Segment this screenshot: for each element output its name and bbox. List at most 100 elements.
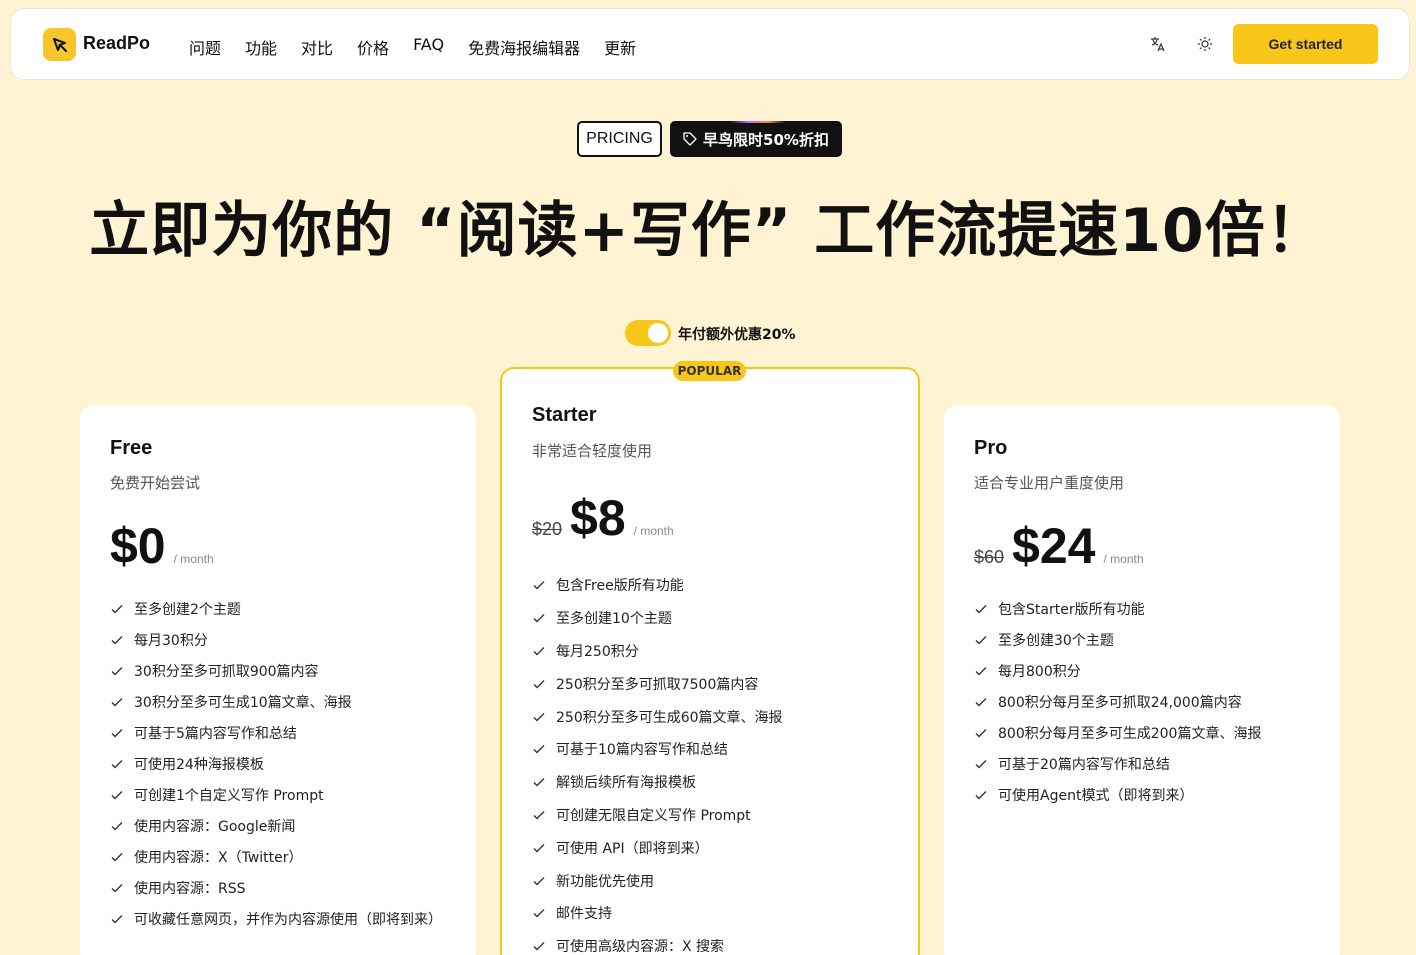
check-icon bbox=[532, 644, 546, 658]
list-item: 可基于5篇内容写作和总结 bbox=[110, 717, 442, 748]
plan-price: $0 bbox=[110, 518, 166, 574]
feature-list: 包含Free版所有功能 至多创建10个主题 每月250积分 250积分至多可抓取… bbox=[532, 569, 783, 955]
check-icon bbox=[110, 602, 124, 616]
price-row: $60 $24 / month bbox=[974, 517, 1144, 575]
check-icon bbox=[110, 850, 124, 864]
plan-price: $8 bbox=[570, 490, 626, 546]
popular-badge: POPULAR bbox=[673, 361, 746, 381]
feature-text: 使用内容源：Google新闻 bbox=[134, 818, 296, 835]
check-icon bbox=[532, 808, 546, 822]
check-icon bbox=[532, 677, 546, 691]
feature-text: 可使用 API（即将到来） bbox=[556, 840, 709, 857]
check-icon bbox=[110, 881, 124, 895]
plan-description: 免费开始尝试 bbox=[110, 474, 201, 492]
plan-card-free: Free 免费开始尝试 $0 / month 至多创建2个主题 每月30积分 3… bbox=[80, 405, 476, 955]
sun-icon[interactable] bbox=[1195, 34, 1215, 54]
feature-text: 30积分至多可生成10篇文章、海报 bbox=[134, 694, 352, 711]
plan-card-starter: Starter 非常适合轻度使用 $20 $8 / month 包含Free版所… bbox=[500, 367, 920, 955]
list-item: 可使用 API（即将到来） bbox=[532, 831, 783, 864]
plan-name: Pro bbox=[974, 437, 1008, 459]
nav-item-features[interactable]: 功能 bbox=[245, 35, 277, 59]
list-item: 可收藏任意网页，并作为内容源使用（即将到来） bbox=[110, 903, 442, 934]
nav-item-questions[interactable]: 问题 bbox=[189, 35, 221, 59]
feature-text: 可创建1个自定义写作 Prompt bbox=[134, 787, 324, 804]
tag-icon bbox=[683, 132, 697, 146]
top-nav: ReadPo 问题 功能 对比 价格 FAQ 免费海报编辑器 更新 Get st… bbox=[10, 8, 1410, 80]
list-item: 800积分每月至多可抓取24,000篇内容 bbox=[974, 686, 1261, 717]
check-icon bbox=[532, 775, 546, 789]
feature-text: 邮件支持 bbox=[556, 906, 612, 923]
list-item: 每月800积分 bbox=[974, 655, 1261, 686]
original-price: $60 bbox=[974, 547, 1005, 567]
feature-text: 可使用高级内容源：X 搜索 bbox=[556, 939, 725, 955]
feature-text: 包含Free版所有功能 bbox=[556, 578, 684, 595]
check-icon bbox=[532, 710, 546, 724]
list-item: 可基于20篇内容写作和总结 bbox=[974, 748, 1261, 779]
plan-description: 适合专业用户重度使用 bbox=[974, 474, 1125, 492]
feature-text: 可基于20篇内容写作和总结 bbox=[998, 756, 1170, 773]
feature-text: 可收藏任意网页，并作为内容源使用（即将到来） bbox=[134, 911, 442, 928]
check-icon bbox=[974, 602, 988, 616]
price-period: / month bbox=[1103, 552, 1144, 566]
check-icon bbox=[974, 664, 988, 678]
list-item: 每月250积分 bbox=[532, 635, 783, 668]
check-icon bbox=[532, 611, 546, 625]
readpo-logo-icon[interactable] bbox=[43, 28, 76, 61]
nav-item-updates[interactable]: 更新 bbox=[604, 35, 636, 59]
nav-item-pricing[interactable]: 价格 bbox=[357, 35, 389, 59]
check-icon bbox=[974, 633, 988, 647]
list-item: 250积分至多可抓取7500篇内容 bbox=[532, 667, 783, 700]
list-item: 包含Free版所有功能 bbox=[532, 569, 783, 602]
check-icon bbox=[110, 757, 124, 771]
feature-text: 可创建无限自定义写作 Prompt bbox=[556, 807, 751, 824]
translate-icon[interactable] bbox=[1148, 34, 1168, 54]
feature-text: 至多创建2个主题 bbox=[134, 601, 241, 618]
price-period: / month bbox=[633, 524, 674, 538]
feature-text: 新功能优先使用 bbox=[556, 873, 654, 890]
annual-billing-toggle[interactable] bbox=[625, 320, 671, 346]
list-item: 可使用Agent模式（即将到来） bbox=[974, 779, 1261, 810]
check-icon bbox=[974, 757, 988, 771]
list-item: 可使用24种海报模板 bbox=[110, 748, 442, 779]
feature-list: 至多创建2个主题 每月30积分 30积分至多可抓取900篇内容 30积分至多可生… bbox=[110, 593, 442, 934]
check-icon bbox=[532, 742, 546, 756]
list-item: 30积分至多可抓取900篇内容 bbox=[110, 655, 442, 686]
check-icon bbox=[532, 578, 546, 592]
pricing-badge: PRICING bbox=[577, 121, 662, 157]
list-item: 至多创建30个主题 bbox=[974, 624, 1261, 655]
check-icon bbox=[110, 726, 124, 740]
plan-price: $24 bbox=[1012, 518, 1096, 574]
feature-text: 可基于10篇内容写作和总结 bbox=[556, 742, 728, 759]
feature-text: 每月30积分 bbox=[134, 632, 208, 649]
brand-name[interactable]: ReadPo bbox=[83, 33, 150, 54]
list-item: 使用内容源：X（Twitter） bbox=[110, 841, 442, 872]
check-icon bbox=[974, 788, 988, 802]
feature-text: 每月250积分 bbox=[556, 643, 639, 660]
get-started-button[interactable]: Get started bbox=[1233, 24, 1378, 64]
feature-text: 800积分每月至多可抓取24,000篇内容 bbox=[998, 694, 1242, 711]
feature-text: 至多创建10个主题 bbox=[556, 611, 672, 628]
check-icon bbox=[110, 819, 124, 833]
check-icon bbox=[532, 841, 546, 855]
list-item: 30积分至多可生成10篇文章、海报 bbox=[110, 686, 442, 717]
feature-text: 30积分至多可抓取900篇内容 bbox=[134, 663, 319, 680]
check-icon bbox=[532, 939, 546, 953]
feature-text: 包含Starter版所有功能 bbox=[998, 601, 1145, 618]
badge-glow bbox=[730, 121, 786, 123]
feature-text: 800积分每月至多可生成200篇文章、海报 bbox=[998, 725, 1262, 742]
price-row: $20 $8 / month bbox=[532, 489, 674, 547]
feature-text: 250积分至多可抓取7500篇内容 bbox=[556, 676, 759, 693]
list-item: 可基于10篇内容写作和总结 bbox=[532, 733, 783, 766]
feature-text: 可基于5篇内容写作和总结 bbox=[134, 725, 297, 742]
nav-item-faq[interactable]: FAQ bbox=[413, 35, 444, 59]
check-icon bbox=[532, 906, 546, 920]
main-menu: 问题 功能 对比 价格 FAQ 免费海报编辑器 更新 bbox=[189, 35, 636, 59]
check-icon bbox=[110, 664, 124, 678]
nav-item-poster-editor[interactable]: 免费海报编辑器 bbox=[468, 35, 580, 59]
feature-text: 至多创建30个主题 bbox=[998, 632, 1114, 649]
list-item: 邮件支持 bbox=[532, 897, 783, 930]
list-item: 至多创建2个主题 bbox=[110, 593, 442, 624]
plan-description: 非常适合轻度使用 bbox=[532, 442, 653, 460]
nav-item-compare[interactable]: 对比 bbox=[301, 35, 333, 59]
check-icon bbox=[110, 788, 124, 802]
